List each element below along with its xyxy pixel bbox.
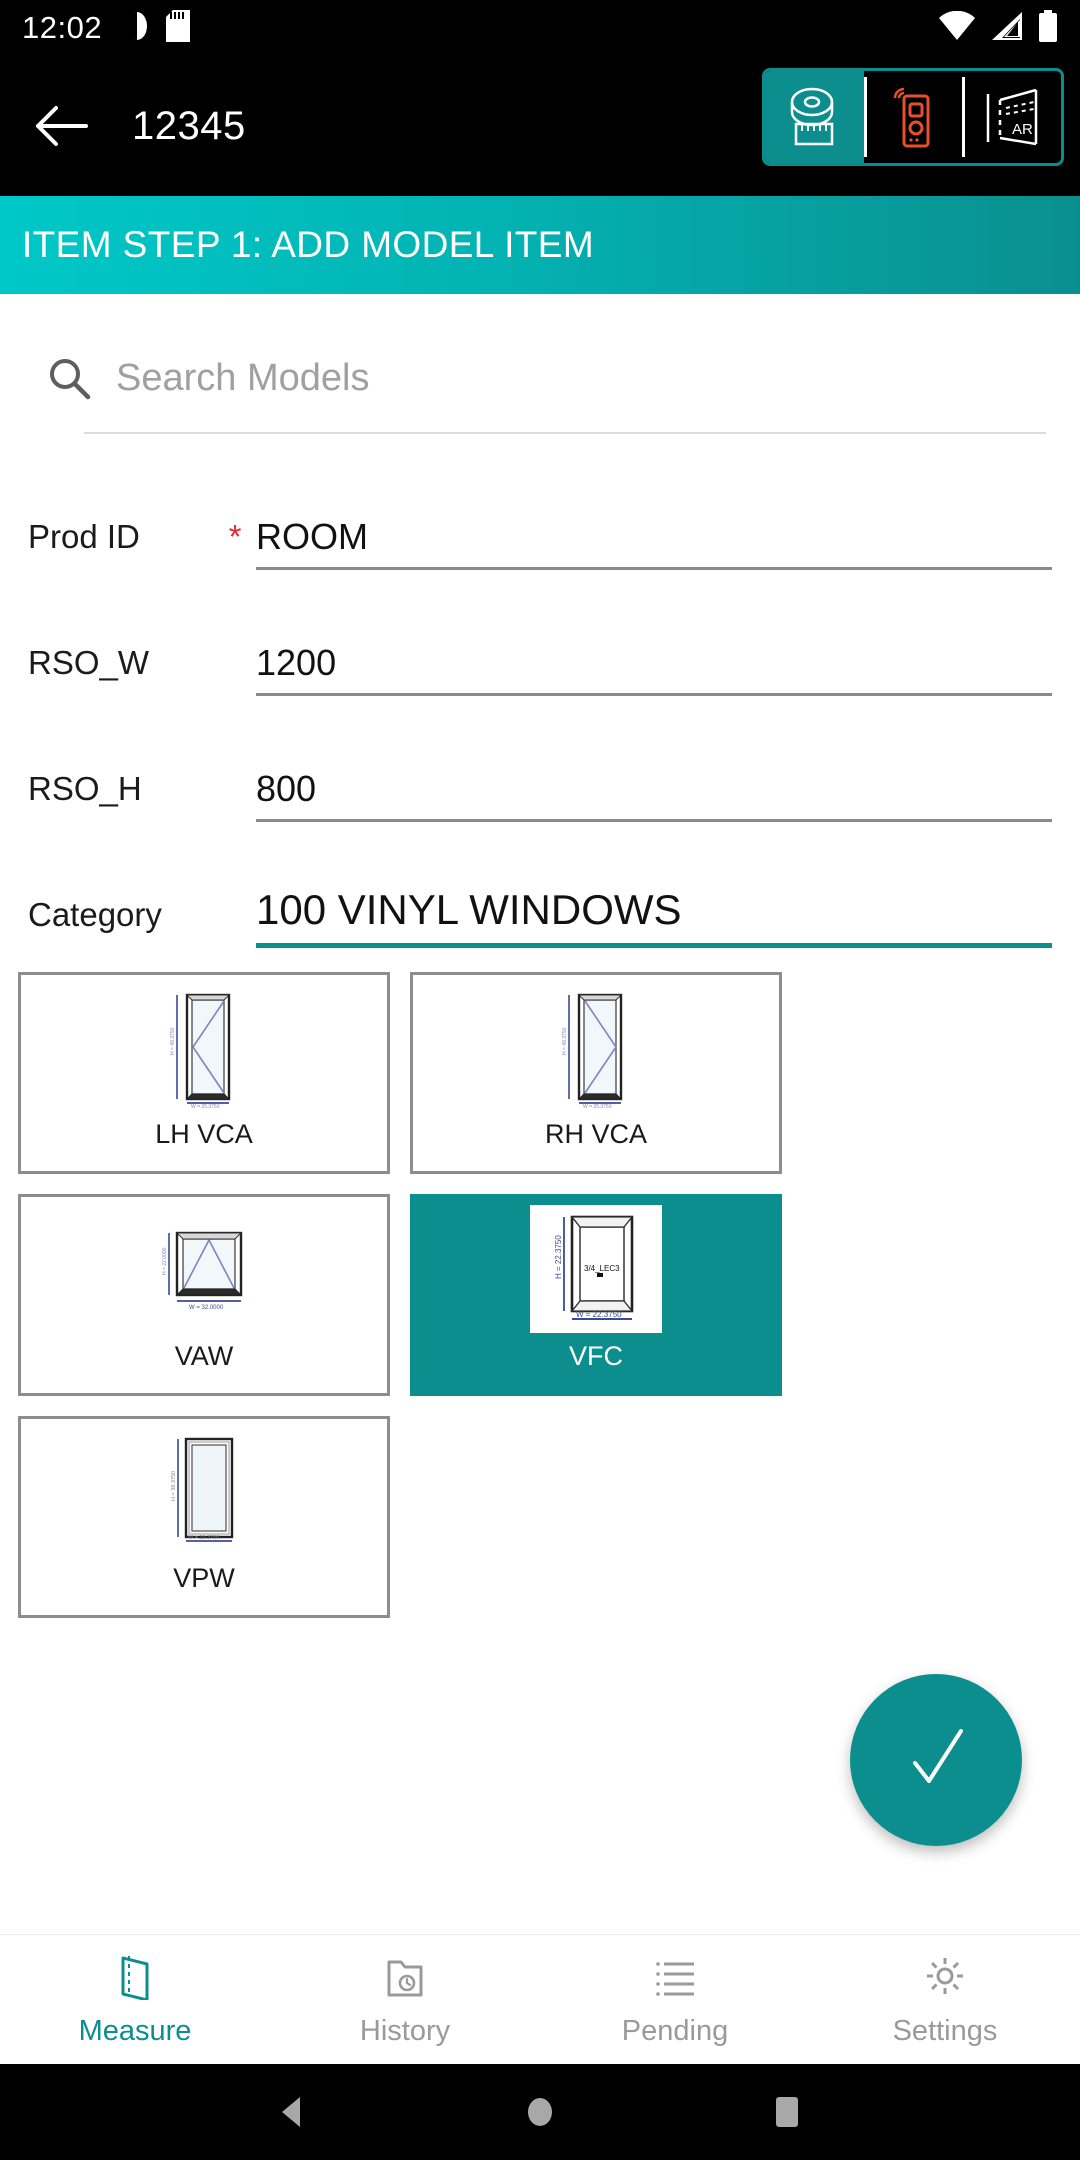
model-card-label: VFC	[569, 1341, 623, 1371]
nav-item-pending[interactable]: Pending	[540, 1952, 810, 2048]
nav-item-label: Settings	[892, 2014, 998, 2047]
model-card-label: LH VCA	[155, 1119, 253, 1149]
status-bar-right-icons	[938, 9, 1058, 47]
awning-icon: H = 22.0000 W = 32.0000	[139, 1205, 269, 1333]
status-bar-left-icons	[123, 9, 191, 47]
model-card-lh-vca[interactable]: H = 49.3750 W = 25.3750 LH VCA	[18, 972, 390, 1174]
form-label: Prod ID	[28, 518, 140, 555]
model-card-vfc[interactable]: H = 22.3750 3/4_LEC3 W = 22.3750 VFC	[410, 1194, 782, 1396]
content-area: Prod ID * ROOM RSO_W 1200 RSO_H 800	[0, 294, 1080, 1934]
model-card-vpw[interactable]: H = 38.3750 W = 22.3750 VPW	[18, 1416, 390, 1618]
required-spacer	[214, 934, 256, 948]
form-row-rso-w: RSO_W 1200	[28, 606, 1052, 696]
measurement-mode-switch: AR	[762, 68, 1064, 166]
svg-text:W = 25.3750: W = 25.3750	[191, 1104, 220, 1109]
fixed-casement-icon: H = 22.3750 3/4_LEC3 W = 22.3750	[530, 1205, 662, 1333]
form-label: Category	[28, 896, 162, 933]
svg-text:H = 22.3750: H = 22.3750	[554, 1235, 563, 1279]
svg-text:AR: AR	[1012, 121, 1033, 138]
step-header: ITEM STEP 1: ADD MODEL ITEM	[0, 196, 1080, 294]
nav-item-label: Measure	[78, 2014, 192, 2047]
list-icon	[651, 1952, 699, 2005]
model-card-label: VAW	[174, 1341, 234, 1371]
field-value: 1200	[256, 642, 337, 684]
svg-text:W = 32.0000: W = 32.0000	[189, 1305, 224, 1311]
model-card-label: VPW	[173, 1563, 235, 1593]
prod-id-field[interactable]: ROOM	[256, 517, 1052, 570]
svg-text:W = 25.3750: W = 25.3750	[583, 1104, 612, 1109]
search-row	[0, 332, 1080, 424]
circle-home-icon[interactable]	[519, 2091, 561, 2133]
back-arrow-icon[interactable]	[30, 95, 92, 157]
status-bar-clock: 12:02	[22, 10, 103, 45]
search-input[interactable]	[116, 356, 1046, 400]
casement-right-icon: H = 49.3750 W = 25.3750	[553, 983, 639, 1111]
svg-text:H = 49.3750: H = 49.3750	[170, 1027, 176, 1055]
model-card-vaw[interactable]: H = 22.0000 W = 32.0000 VAW	[18, 1194, 390, 1396]
rso-w-field[interactable]: 1200	[256, 643, 1052, 696]
svg-text:H = 38.3750: H = 38.3750	[171, 1471, 177, 1501]
model-card-rh-vca[interactable]: H = 49.3750 W = 25.3750 RH VCA	[410, 972, 782, 1174]
android-nav-bar	[0, 2064, 1080, 2160]
sd-card-icon	[166, 9, 191, 47]
mode-tape-measure[interactable]	[765, 71, 864, 163]
cellular-signal-icon	[990, 11, 1024, 46]
svg-text:3/4_LEC3: 3/4_LEC3	[584, 1264, 620, 1273]
field-value: 100 VINYL WINDOWS	[256, 885, 682, 933]
nav-item-label: Pending	[621, 2014, 729, 2047]
model-grid: H = 49.3750 W = 25.3750 LH VCA H = 49.37…	[0, 966, 1080, 1618]
triangle-back-icon[interactable]	[272, 2091, 314, 2133]
mode-laser-meter[interactable]	[863, 71, 963, 163]
model-card-label: RH VCA	[544, 1119, 647, 1149]
battery-icon	[1038, 9, 1058, 47]
wall-corner-icon	[113, 1952, 157, 2005]
confirm-fab[interactable]	[850, 1674, 1022, 1846]
svg-text:H = 22.0000: H = 22.0000	[162, 1247, 168, 1275]
required-spacer	[214, 682, 256, 696]
form-row-category: Category 100 VINYL WINDOWS	[28, 858, 1052, 948]
bottom-nav: Measure History Pending Settings	[0, 1934, 1080, 2064]
field-value: 800	[256, 768, 317, 810]
category-field[interactable]: 100 VINYL WINDOWS	[256, 885, 1052, 948]
form-row-prod-id: Prod ID * ROOM	[28, 480, 1052, 570]
folder-clock-icon	[383, 1952, 427, 2005]
nav-item-settings[interactable]: Settings	[810, 1952, 1080, 2048]
search-icon[interactable]	[34, 355, 104, 401]
picture-window-icon: H = 38.3750 W = 22.3750	[158, 1427, 250, 1555]
svg-text:W = 22.3750: W = 22.3750	[576, 1310, 622, 1319]
nav-item-history[interactable]: History	[270, 1952, 540, 2048]
wifi-icon	[938, 10, 976, 46]
page-title: 12345	[132, 103, 246, 148]
required-spacer	[214, 808, 256, 822]
status-bar: 12:02	[0, 0, 1080, 56]
nav-item-measure[interactable]: Measure	[0, 1952, 270, 2048]
phone-screen: 12:02 12345 AR ITEM STEP 1: ADD MODEL IT…	[0, 0, 1080, 2160]
square-recents-icon[interactable]	[766, 2091, 808, 2133]
mode-ar[interactable]: AR	[962, 71, 1061, 163]
screen-record-icon	[123, 10, 150, 47]
model-form: Prod ID * ROOM RSO_W 1200 RSO_H 800 Cate…	[0, 434, 1080, 948]
form-label: RSO_W	[28, 644, 150, 681]
gear-icon	[921, 1952, 969, 2005]
form-row-rso-h: RSO_H 800	[28, 732, 1052, 822]
check-icon	[891, 1713, 981, 1808]
nav-item-label: History	[359, 2014, 451, 2047]
rso-h-field[interactable]: 800	[256, 769, 1052, 822]
app-bar: 12345 AR	[0, 56, 1080, 196]
form-label: RSO_H	[28, 770, 142, 807]
field-value: ROOM	[256, 516, 368, 558]
svg-text:W = 22.3750: W = 22.3750	[188, 1535, 219, 1541]
required-marker: *	[228, 518, 242, 555]
casement-left-icon: H = 49.3750 W = 25.3750	[161, 983, 247, 1111]
step-header-label: ITEM STEP 1: ADD MODEL ITEM	[22, 224, 595, 265]
svg-text:H = 49.3750: H = 49.3750	[562, 1027, 568, 1055]
